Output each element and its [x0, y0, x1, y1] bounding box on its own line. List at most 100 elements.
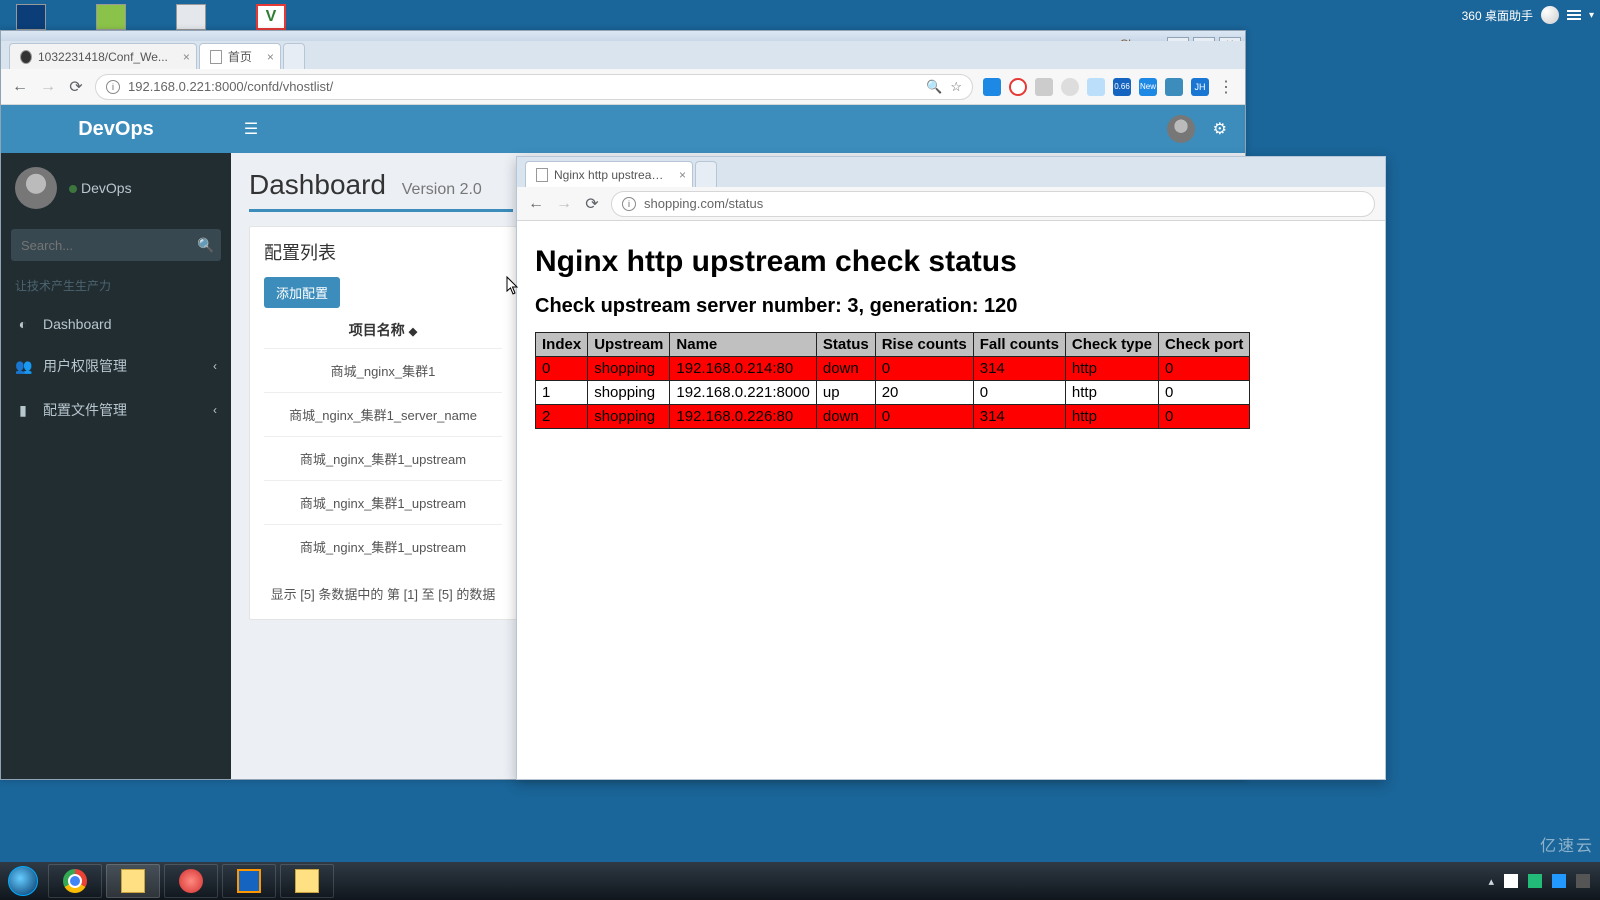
th-name: Name	[670, 333, 816, 357]
table-cell: 192.168.0.221:8000	[670, 381, 816, 405]
table-cell: http	[1065, 381, 1158, 405]
windows-orb-icon	[8, 866, 38, 896]
sort-icon[interactable]: ◆	[409, 326, 417, 338]
th-status: Status	[816, 333, 875, 357]
sidebar-item-label: 配置文件管理	[43, 400, 127, 420]
zoom-icon[interactable]: 🔍	[926, 79, 942, 95]
chevron-left-icon: ‹	[213, 403, 217, 417]
sidebar-item-config[interactable]: ▮ 配置文件管理 ‹	[1, 388, 231, 432]
taskbar-folder[interactable]	[280, 864, 334, 898]
desktop-icon[interactable]	[176, 4, 206, 30]
tray-icon[interactable]	[1504, 874, 1518, 888]
taskbar-vm[interactable]	[222, 864, 276, 898]
chrome2-tabstrip: Nginx http upstream ch ×	[517, 157, 1385, 187]
site-info-icon[interactable]: i	[622, 197, 636, 211]
extension-icon[interactable]	[983, 78, 1001, 96]
table-cell: up	[816, 381, 875, 405]
table-cell: http	[1065, 405, 1158, 429]
github-icon	[20, 50, 32, 64]
start-button[interactable]	[0, 862, 46, 900]
config-panel: 配置列表 添加配置 项目名称◆ 商城_nginx_集群1 商城_nginx_集群…	[249, 226, 517, 620]
divider	[249, 209, 513, 212]
extension-icon[interactable]	[1035, 78, 1053, 96]
table-row[interactable]: 商城_nginx_集群1_upstream	[264, 480, 502, 524]
star-icon[interactable]: ☆	[950, 79, 962, 95]
back-button[interactable]: ←	[11, 78, 29, 96]
th-rise: Rise counts	[875, 333, 973, 357]
chrome-tab-active[interactable]: 首页 ×	[199, 43, 281, 69]
close-icon[interactable]: ×	[679, 168, 686, 182]
table-row[interactable]: 商城_nginx_集群1_upstream	[264, 436, 502, 480]
helper-ball-icon[interactable]	[1541, 6, 1559, 24]
close-icon[interactable]: ×	[183, 50, 190, 64]
close-icon[interactable]: ×	[267, 50, 274, 64]
reload-button[interactable]: ⟳	[583, 195, 601, 213]
back-button[interactable]: ←	[527, 195, 545, 213]
upstream-table: Index Upstream Name Status Rise counts F…	[535, 332, 1250, 429]
sidebar-toggle-button[interactable]: ☰	[231, 119, 271, 139]
tab-label: 首页	[228, 48, 252, 65]
chrome2-tab[interactable]: Nginx http upstream ch ×	[525, 161, 693, 187]
chrome-address-bar: ← → ⟳ i 192.168.0.221:8000/confd/vhostli…	[1, 69, 1245, 105]
new-tab-button[interactable]	[283, 43, 305, 69]
settings-gears-icon[interactable]: ⚙	[1213, 119, 1227, 139]
sidebar-user[interactable]: DevOps	[1, 153, 231, 223]
search-input[interactable]	[21, 238, 197, 253]
vnc-icon[interactable]: V	[256, 4, 286, 30]
reload-button[interactable]: ⟳	[67, 78, 85, 96]
table-cell: 314	[973, 357, 1065, 381]
page-title-text: Dashboard	[249, 169, 386, 200]
table-row[interactable]: 商城_nginx_集群1_upstream	[264, 524, 502, 568]
extension-icon[interactable]	[1087, 78, 1105, 96]
app-logo[interactable]: DevOps	[1, 118, 231, 141]
table-cell: 0	[1158, 381, 1249, 405]
extension-icon[interactable]: 0.66	[1113, 78, 1131, 96]
desktop-icon[interactable]	[16, 4, 46, 30]
tray-icon[interactable]	[1552, 874, 1566, 888]
chrome-tab[interactable]: 1032231418/Conf_We... ×	[9, 43, 197, 69]
url-field[interactable]: i shopping.com/status	[611, 191, 1375, 217]
table-cell: 0	[973, 381, 1065, 405]
taskbar-app[interactable]	[164, 864, 218, 898]
column-header[interactable]: 项目名称◆	[264, 308, 502, 348]
taskbar-chrome[interactable]	[48, 864, 102, 898]
status-dot-icon	[69, 185, 77, 193]
extension-icon[interactable]	[1009, 78, 1027, 96]
extension-icon[interactable]	[1061, 78, 1079, 96]
user-avatar[interactable]	[1167, 115, 1195, 143]
table-cell: shopping	[588, 381, 670, 405]
table-cell: down	[816, 357, 875, 381]
helper-chevron-icon[interactable]: ▾	[1589, 10, 1594, 21]
extension-icon[interactable]: JH	[1191, 78, 1209, 96]
site-info-icon[interactable]: i	[106, 80, 120, 94]
sidebar-search[interactable]: 🔍	[11, 229, 221, 261]
tray-icon[interactable]	[1528, 874, 1542, 888]
add-config-button[interactable]: 添加配置	[264, 277, 340, 308]
chrome-window-nginx: Nginx http upstream ch × ← → ⟳ i shoppin…	[516, 156, 1386, 780]
tray-chevron-icon[interactable]: ▴	[1488, 875, 1494, 888]
system-tray: ▴	[1488, 874, 1600, 888]
forward-button[interactable]: →	[555, 195, 573, 213]
extension-icon[interactable]: New	[1139, 78, 1157, 96]
chevron-left-icon: ‹	[213, 359, 217, 373]
new-tab-button[interactable]	[695, 161, 717, 187]
table-cell: 314	[973, 405, 1065, 429]
extension-icon[interactable]	[1165, 78, 1183, 96]
sidebar-item-users[interactable]: 👥 用户权限管理 ‹	[1, 344, 231, 388]
chrome-titlebar[interactable]: Cheng — ▭ ✕	[1, 31, 1245, 41]
helper-menu-icon[interactable]	[1567, 10, 1581, 20]
table-row[interactable]: 商城_nginx_集群1	[264, 348, 502, 392]
table-row[interactable]: 商城_nginx_集群1_server_name	[264, 392, 502, 436]
chrome-menu-button[interactable]: ⋮	[1217, 78, 1235, 96]
url-field[interactable]: i 192.168.0.221:8000/confd/vhostlist/ 🔍 …	[95, 74, 973, 100]
sidebar-item-label: 用户权限管理	[43, 356, 127, 376]
avatar	[15, 167, 57, 209]
forward-button[interactable]: →	[39, 78, 57, 96]
taskbar-explorer[interactable]	[106, 864, 160, 898]
tray-icon[interactable]	[1576, 874, 1590, 888]
helper-label: 360 桌面助手	[1462, 7, 1533, 24]
nginx-subheading: Check upstream server number: 3, generat…	[535, 295, 1367, 318]
desktop-icon[interactable]	[96, 4, 126, 30]
search-icon[interactable]: 🔍	[197, 237, 214, 254]
sidebar-item-dashboard[interactable]: ◐ Dashboard	[1, 304, 231, 344]
